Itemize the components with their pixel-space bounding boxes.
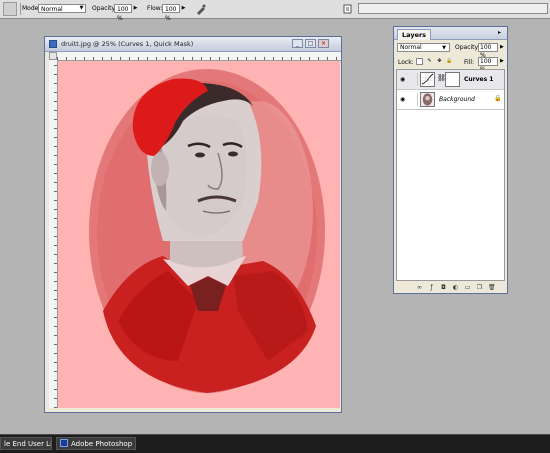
chevron-right-icon[interactable]: ▶	[500, 58, 504, 64]
close-button[interactable]: ×	[318, 39, 329, 48]
layer-opacity-label: Opacity:	[455, 44, 480, 51]
layers-list: ◉ ⛓ Curves 1 ◉ Background 🔒	[396, 69, 505, 281]
fill-field[interactable]: 100 %	[478, 57, 498, 73]
blend-mode-select[interactable]: Normal ▼	[397, 43, 450, 52]
opacity-label: Opacity:	[92, 5, 117, 12]
tab-layers[interactable]: Layers	[397, 29, 432, 40]
lock-pixels-icon[interactable]: ✎	[426, 58, 433, 65]
layers-tabbar[interactable]: Layers ▸	[394, 27, 507, 40]
mode-value: Normal	[41, 6, 63, 13]
taskbar-item-photoshop[interactable]: Adobe Photoshop	[56, 437, 136, 450]
lock-icon: 🔒	[494, 95, 502, 102]
layer-link-slot[interactable]	[410, 93, 418, 106]
trash-icon[interactable]: 🗑	[488, 284, 496, 291]
maximize-button[interactable]: □	[305, 39, 316, 48]
airbrush-icon[interactable]	[195, 3, 207, 15]
layer-opacity-field[interactable]: 100 %	[478, 43, 498, 59]
chevron-right-icon[interactable]: ▶	[132, 4, 139, 13]
palette-well[interactable]	[358, 3, 548, 14]
layer-row-curves[interactable]: ◉ ⛓ Curves 1	[397, 70, 504, 90]
curves-adjustment-icon	[420, 72, 435, 87]
document-window[interactable]: druitt.jpg @ 25% (Curves 1, Quick Mask) …	[44, 36, 342, 413]
tab-layers-label: Layers	[402, 31, 427, 39]
layers-panel: Layers ▸ Normal ▼ Opacity: 100 % ▶ Lock:…	[393, 26, 508, 294]
vertical-ruler[interactable]	[49, 60, 58, 408]
taskbar: le End User Lic... Adobe Photoshop	[0, 434, 550, 453]
fill-label: Fill:	[464, 59, 475, 66]
taskbar-item-label: Adobe Photoshop	[71, 440, 133, 448]
lock-transparency-icon[interactable]	[416, 58, 423, 65]
link-layers-icon[interactable]: ∞	[416, 284, 423, 291]
separator	[20, 3, 21, 15]
chevron-right-icon[interactable]: ▶	[500, 44, 504, 50]
chevron-down-icon: ▼	[442, 45, 446, 51]
chevron-right-icon[interactable]: ▶	[180, 4, 187, 13]
panel-menu-icon[interactable]: ▸	[495, 29, 504, 37]
portrait-image	[89, 69, 325, 393]
flow-field[interactable]: 100 %	[162, 4, 180, 22]
layer-style-icon[interactable]: ƒ	[428, 284, 435, 291]
layer-name: Background	[439, 96, 475, 103]
group-icon[interactable]: ▭	[464, 284, 471, 291]
layer-mask-thumbnail[interactable]	[445, 72, 460, 87]
ruler-origin[interactable]	[49, 52, 57, 60]
brush-icon[interactable]	[3, 2, 17, 16]
document-titlebar[interactable]: druitt.jpg @ 25% (Curves 1, Quick Mask) …	[45, 37, 341, 52]
document-title: druitt.jpg @ 25% (Curves 1, Quick Mask)	[61, 40, 194, 48]
opacity-field[interactable]: 100 %	[114, 4, 132, 22]
taskbar-item-label: le End User Lic...	[4, 440, 51, 448]
lock-label: Lock:	[398, 59, 414, 66]
chevron-down-icon: ▼	[79, 5, 84, 11]
eye-icon[interactable]: ◉	[400, 96, 407, 103]
horizontal-ruler[interactable]	[57, 52, 341, 61]
layer-name: Curves 1	[464, 76, 494, 83]
new-layer-icon[interactable]: ❐	[476, 284, 483, 291]
document-canvas[interactable]	[58, 61, 340, 408]
lock-all-icon[interactable]: 🔒	[446, 58, 453, 65]
layer-mask-icon[interactable]: ◘	[440, 284, 447, 291]
blend-mode-value: Normal	[400, 44, 422, 51]
flow-value: 100 %	[165, 6, 177, 22]
lock-position-icon[interactable]: ✥	[436, 58, 443, 65]
photoshop-icon	[60, 439, 68, 447]
layer-link-slot[interactable]	[410, 73, 418, 86]
taskbar-item-eula[interactable]: le End User Lic...	[0, 437, 52, 450]
options-bar: Mode: Normal ▼ Opacity: 100 % ▶ Flow: 10…	[0, 0, 550, 22]
adjustment-layer-icon[interactable]: ◐	[452, 284, 459, 291]
flow-label: Flow:	[147, 5, 163, 12]
layers-footer: ∞ ƒ ◘ ◐ ▭ ❐ 🗑	[394, 283, 507, 293]
palette-well-icon[interactable]	[343, 4, 353, 14]
layer-thumbnail	[420, 92, 435, 107]
photoshop-doc-icon	[49, 40, 57, 48]
layer-row-background[interactable]: ◉ Background 🔒	[397, 90, 504, 110]
eye-icon[interactable]: ◉	[400, 76, 407, 83]
minimize-button[interactable]: _	[292, 39, 303, 48]
opacity-value: 100 %	[117, 6, 129, 22]
